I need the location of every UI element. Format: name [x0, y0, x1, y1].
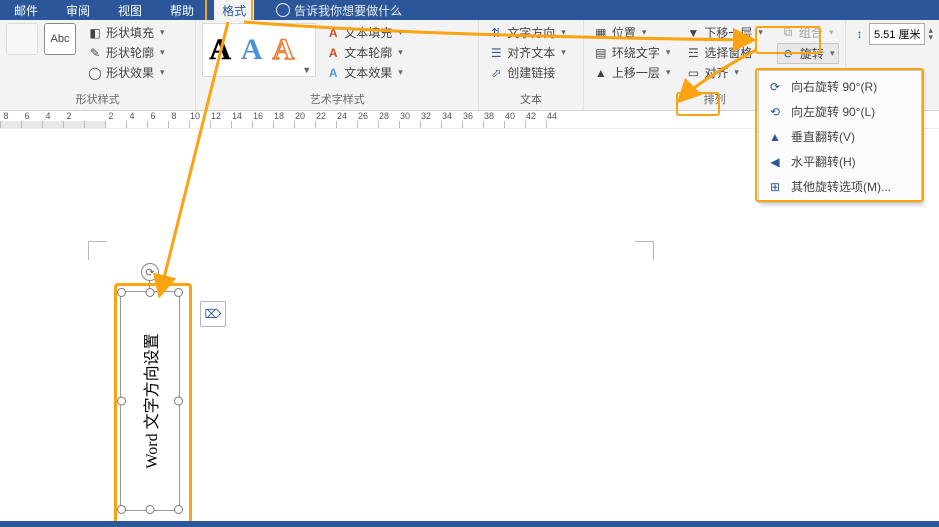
rotate-left-90[interactable]: ⟲向左旋转 90°(L): [761, 99, 919, 124]
shape-style-item[interactable]: Abc: [44, 23, 76, 55]
resize-handle[interactable]: [174, 288, 183, 297]
textbox-content[interactable]: Word 文字方向设置: [138, 333, 162, 468]
rotate-right-90[interactable]: ⟳向右旋转 90°(R): [761, 74, 919, 99]
shape-effects-button[interactable]: ◯形状效果▾: [84, 63, 169, 82]
send-backward-button[interactable]: ▼下移一层▾: [682, 23, 767, 42]
create-link-button[interactable]: ⬀创建链接: [485, 63, 577, 82]
link-icon: ⬀: [489, 66, 503, 80]
position-button[interactable]: ▦位置▾: [590, 23, 675, 42]
shape-fill-button[interactable]: ◧形状填充▾: [84, 23, 169, 42]
group-label-wordart: 艺术字样式: [202, 89, 472, 109]
rotate-left-icon: ⟲: [767, 104, 783, 120]
more-rotation-options[interactable]: ⊞其他旋转选项(M)...: [761, 174, 919, 199]
wordart-style-2[interactable]: A: [241, 33, 263, 67]
text-fill-icon: A: [326, 26, 340, 40]
tell-me[interactable]: 告诉我你想要做什么: [276, 2, 402, 19]
more-options-icon: ⊞: [767, 179, 783, 195]
text-direction-button[interactable]: ⇅文字方向▾: [485, 23, 577, 42]
text-fill-button[interactable]: A文本填充▾: [322, 23, 407, 42]
resize-handle[interactable]: [117, 505, 126, 514]
resize-handle[interactable]: [174, 505, 183, 514]
align-text-icon: ☰: [489, 46, 503, 60]
align-button[interactable]: ▭对齐▾: [682, 63, 767, 82]
rotate-icon: ⟳: [782, 47, 796, 61]
wordart-style-3[interactable]: A: [273, 33, 295, 67]
flip-horizontal[interactable]: ◀水平翻转(H): [761, 149, 919, 174]
layout-options-icon: ⌦: [205, 307, 222, 321]
wordart-gallery[interactable]: A A A ▾: [202, 23, 316, 77]
group-wordart: A A A ▾ A文本填充▾ A文本轮廓▾ A文本效果▾ 艺术字样式: [196, 20, 479, 110]
resize-handle[interactable]: [117, 288, 126, 297]
tell-me-label: 告诉我你想要做什么: [294, 2, 402, 19]
group-button: ⧉组合▾: [777, 23, 840, 42]
group-shape-styles: Abc ◧形状填充▾ ✎形状轮廓▾ ◯形状效果▾ 形状样式: [0, 20, 196, 110]
wrap-text-button[interactable]: ▤环绕文字▾: [590, 43, 675, 62]
wrap-icon: ▤: [594, 46, 608, 60]
text-outline-button[interactable]: A文本轮廓▾: [322, 43, 407, 62]
rotate-right-icon: ⟳: [767, 79, 783, 95]
group-label-text: 文本: [485, 89, 577, 109]
page-corner-tr: [635, 241, 654, 260]
bring-forward-icon: ▲: [594, 66, 608, 80]
bring-forward-button[interactable]: ▲上移一层▾: [590, 63, 675, 82]
align-text-button[interactable]: ☰对齐文本▾: [485, 43, 577, 62]
group-icon: ⧉: [781, 26, 795, 40]
tab-bar: 邮件 审阅 视图 帮助 格式 告诉我你想要做什么: [0, 0, 939, 20]
resize-handle[interactable]: [117, 397, 126, 406]
shape-style-gallery[interactable]: Abc: [6, 23, 76, 55]
layout-options-button[interactable]: ⌦: [200, 301, 226, 327]
resize-handle[interactable]: [146, 505, 155, 514]
status-bar-edge: [0, 521, 939, 527]
tab-format[interactable]: 格式: [214, 0, 254, 21]
resize-handle[interactable]: [146, 288, 155, 297]
text-outline-icon: A: [326, 46, 340, 60]
textbox-object[interactable]: ⟳ Word 文字方向设置: [120, 291, 180, 511]
selection-pane-icon: ☲: [686, 46, 700, 60]
position-icon: ▦: [594, 26, 608, 40]
wordart-style-1[interactable]: A: [209, 33, 231, 67]
flip-vertical[interactable]: ▲垂直翻转(V): [761, 124, 919, 149]
height-box[interactable]: ↕ ▴▾: [852, 23, 933, 45]
effects-icon: ◯: [88, 66, 102, 80]
tab-view[interactable]: 视图: [110, 0, 150, 21]
height-input[interactable]: [869, 23, 925, 45]
group-label-shape-styles: 形状样式: [6, 89, 189, 109]
height-icon: ↕: [852, 27, 866, 41]
text-effects-icon: A: [326, 66, 340, 80]
rotate-menu: ⟳向右旋转 90°(R) ⟲向左旋转 90°(L) ▲垂直翻转(V) ◀水平翻转…: [758, 70, 922, 203]
page-corner-tl: [88, 241, 107, 260]
flip-h-icon: ◀: [767, 154, 783, 170]
align-icon: ▭: [686, 66, 700, 80]
group-text: ⇅文字方向▾ ☰对齐文本▾ ⬀创建链接 文本: [479, 20, 584, 110]
text-effects-button[interactable]: A文本效果▾: [322, 63, 407, 82]
flip-v-icon: ▲: [767, 129, 783, 145]
bucket-icon: ◧: [88, 26, 102, 40]
tab-help[interactable]: 帮助: [162, 0, 202, 21]
rotation-handle[interactable]: ⟳: [141, 263, 159, 281]
text-direction-icon: ⇅: [489, 26, 503, 40]
selection-pane-button[interactable]: ☲选择窗格: [682, 43, 767, 62]
resize-handle[interactable]: [174, 397, 183, 406]
shape-outline-button[interactable]: ✎形状轮廓▾: [84, 43, 169, 62]
tab-mail[interactable]: 邮件: [6, 0, 46, 21]
pen-icon: ✎: [88, 46, 102, 60]
tab-review[interactable]: 审阅: [58, 0, 98, 21]
rotate-button[interactable]: ⟳旋转▾: [777, 43, 840, 64]
lightbulb-icon: [276, 3, 290, 17]
send-backward-icon: ▼: [686, 26, 700, 40]
